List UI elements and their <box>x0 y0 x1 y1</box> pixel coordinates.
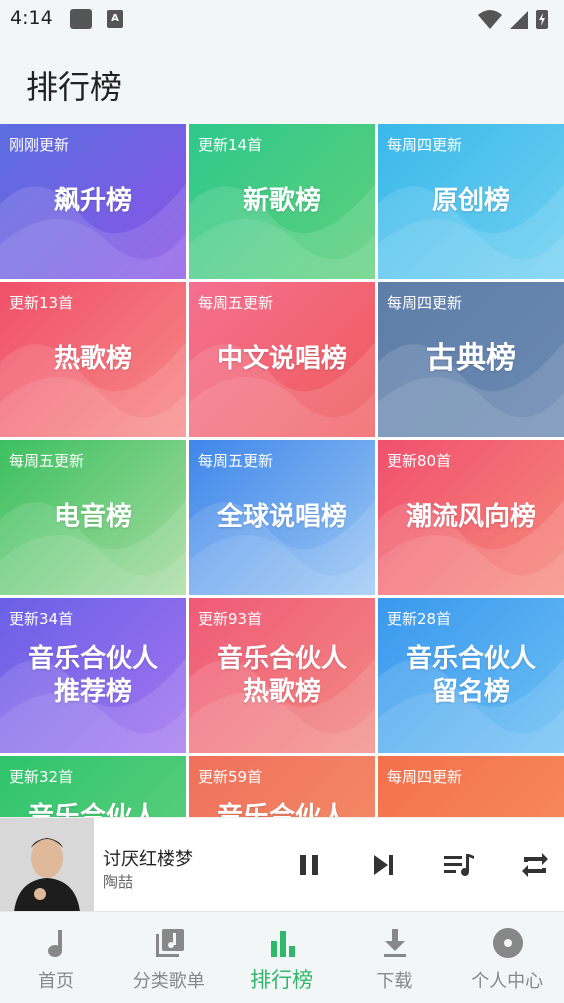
chart-update-info: 更新93首 <box>198 610 263 628</box>
chart-update-info: 更新32首 <box>9 768 74 786</box>
chart-name: 热歌榜 <box>242 677 321 707</box>
chart-tile[interactable]: 每周四更新原创榜 <box>378 124 564 279</box>
music-note-icon <box>48 930 62 957</box>
chart-update-info: 更新28首 <box>387 610 452 628</box>
pause-button[interactable] <box>292 848 326 882</box>
chart-name: 音乐合伙人 <box>27 802 158 817</box>
chart-update-info: 刚刚更新 <box>9 136 70 154</box>
chart-name: 飙升榜 <box>53 186 132 216</box>
nav-label: 排行榜 <box>250 968 314 992</box>
nav-label: 首页 <box>38 971 74 992</box>
chart-name: 古典榜 <box>426 341 516 376</box>
chart-name: 潮流风向榜 <box>405 502 536 532</box>
chart-update-info: 每周四更新 <box>387 768 463 786</box>
keyboard-notification-icon: A <box>107 10 123 28</box>
disc-icon <box>493 928 524 958</box>
chart-tile[interactable]: 更新28首音乐合伙人 留名榜 <box>378 598 564 753</box>
notification-icon <box>70 9 92 29</box>
artist-photo <box>0 818 94 912</box>
song-artist[interactable]: 陶喆 <box>103 871 133 892</box>
chart-name: 原创榜 <box>431 186 510 216</box>
chart-update-info: 每周五更新 <box>9 452 85 470</box>
chart-update-info: 每周五更新 <box>198 452 274 470</box>
nav-label: 下载 <box>376 971 413 992</box>
chart-name: 音乐合伙人 <box>216 644 347 674</box>
download-icon <box>384 929 407 957</box>
chart-update-info: 每周四更新 <box>387 136 463 154</box>
chart-name: 推荐榜 <box>53 677 132 707</box>
nav-item[interactable]: 个人中心 <box>451 912 563 1003</box>
wifi-icon <box>478 10 502 29</box>
nav-item[interactable]: 首页 <box>0 912 112 1003</box>
signal-icon <box>510 11 528 29</box>
nav-item[interactable]: 分类歌单 <box>113 912 225 1003</box>
chart-update-info: 每周五更新 <box>198 294 274 312</box>
page-title: 排行榜 <box>26 68 123 106</box>
chart-grid: 刚刚更新 飙升榜 更新14首 新歌榜 每周四更新 原创榜 更新13首 热歌榜 每周五更新… <box>0 124 564 817</box>
nav-label: 个人中心 <box>471 971 544 992</box>
nav-label: 分类歌单 <box>132 971 205 992</box>
chart-update-info: 每周四更新 <box>387 294 463 312</box>
nav-item[interactable]: 下载 <box>338 912 450 1003</box>
chart-name: 音乐合伙人 <box>216 802 347 817</box>
chart-tile[interactable]: 更新13首热歌榜 <box>0 282 186 437</box>
chart-tile[interactable]: 更新34首音乐合伙人 推荐榜 <box>0 598 186 753</box>
bottom-navigation: 首页 分类歌单 排行榜 下载 个人中心 <box>0 911 564 1002</box>
chart-tile[interactable]: 更新93首音乐合伙人 热歌榜 <box>189 598 375 753</box>
chart-update-info: 更新34首 <box>9 610 74 628</box>
page-header: 排行榜 <box>0 38 564 124</box>
chart-name: 留名榜 <box>431 677 510 707</box>
bar-chart-icon <box>270 931 295 957</box>
album-cover[interactable] <box>0 818 94 912</box>
repeat-mode-button[interactable] <box>518 848 552 882</box>
chart-name: 中文说唱榜 <box>216 344 347 374</box>
chart-name: 音乐合伙人 <box>405 644 536 674</box>
chart-name: 音乐合伙人 <box>27 644 158 674</box>
status-bar: 4:14 A <box>0 0 564 38</box>
chart-tile[interactable]: 更新80首潮流风向榜 <box>378 440 564 595</box>
chart-tile[interactable]: 每周五更新中文说唱榜 <box>189 282 375 437</box>
playlist-icon <box>155 929 184 957</box>
chart-name: 电音榜 <box>53 502 132 532</box>
chart-update-info: 更新80首 <box>387 452 452 470</box>
mini-player[interactable]: 讨厌红楼梦 陶喆 <box>0 817 564 912</box>
chart-tile[interactable]: 更新59首音乐合伙人 <box>189 756 375 817</box>
chart-name: 新歌榜 <box>242 186 321 216</box>
chart-update-info: 更新13首 <box>9 294 74 312</box>
chart-tile[interactable]: 每周四更新古典榜 <box>378 282 564 437</box>
chart-tile[interactable]: 每周四更新 <box>378 756 564 817</box>
next-track-button[interactable] <box>366 848 400 882</box>
system-status-icons <box>478 10 548 29</box>
chart-update-info: 更新14首 <box>198 136 263 154</box>
chart-tile[interactable]: 更新32首音乐合伙人 <box>0 756 186 817</box>
status-time: 4:14 <box>10 7 53 29</box>
chart-name: 全球说唱榜 <box>216 502 347 532</box>
chart-tile[interactable]: 刚刚更新飙升榜 <box>0 124 186 279</box>
playlist-queue-button[interactable] <box>441 848 475 882</box>
song-title[interactable]: 讨厌红楼梦 <box>103 845 193 871</box>
chart-tile[interactable]: 每周五更新全球说唱榜 <box>189 440 375 595</box>
chart-tile[interactable]: 每周五更新电音榜 <box>0 440 186 595</box>
nav-item[interactable]: 排行榜 <box>226 912 338 1003</box>
chart-tile[interactable]: 更新14首新歌榜 <box>189 124 375 279</box>
chart-name: 热歌榜 <box>53 344 132 374</box>
chart-update-info: 更新59首 <box>198 768 263 786</box>
